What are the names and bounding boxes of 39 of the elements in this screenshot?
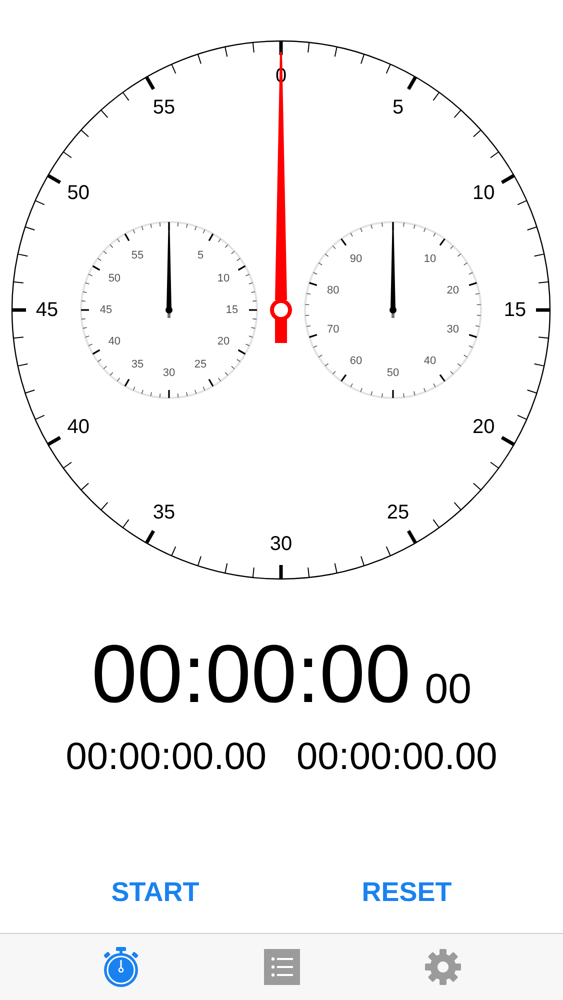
dial-number: 50 bbox=[386, 367, 400, 379]
dial-number: 20 bbox=[217, 336, 230, 348]
dial-number: 25 bbox=[386, 502, 410, 524]
dial-number: 15 bbox=[226, 304, 238, 316]
elapsed-hundredths: 00 bbox=[424, 668, 472, 710]
dial-number: 45 bbox=[36, 299, 58, 321]
dial-number: 30 bbox=[270, 533, 292, 555]
dial-number: 40 bbox=[108, 336, 121, 348]
dial-number: 20 bbox=[472, 416, 495, 438]
dial-number: 60 bbox=[350, 354, 362, 367]
dial-number: 80 bbox=[326, 284, 340, 297]
list-icon bbox=[264, 949, 300, 985]
dial-number: 30 bbox=[446, 323, 460, 336]
split-time: 00:00:00.00 bbox=[66, 738, 266, 776]
dial-number: 10 bbox=[424, 253, 436, 266]
text-button[interactable]: START bbox=[107, 876, 204, 910]
dial-number: 10 bbox=[472, 182, 495, 204]
settings-icon bbox=[424, 948, 462, 986]
dial-number: 20 bbox=[446, 284, 460, 297]
dial-number: 5 bbox=[197, 249, 204, 262]
dial-number: 90 bbox=[350, 253, 362, 266]
dial-number: 30 bbox=[162, 367, 176, 379]
dial-number: 5 bbox=[392, 96, 404, 118]
split-time: 00:00:00.00 bbox=[296, 738, 498, 776]
dial-number: 50 bbox=[67, 182, 90, 204]
dial-number: 50 bbox=[108, 272, 121, 284]
dial-number: 70 bbox=[326, 323, 340, 336]
dial-number: 35 bbox=[152, 502, 176, 524]
dial-number: 40 bbox=[67, 416, 90, 438]
dial-number: 10 bbox=[217, 272, 230, 284]
dial-number: 55 bbox=[131, 249, 144, 262]
dial-number: 40 bbox=[424, 354, 436, 367]
dial-number: 25 bbox=[194, 358, 207, 371]
dial-number: 15 bbox=[504, 299, 526, 321]
dial-number: 55 bbox=[152, 96, 176, 118]
dial-number: 35 bbox=[131, 358, 144, 371]
dial-number: 45 bbox=[100, 304, 112, 316]
text-button[interactable]: RESET bbox=[358, 876, 456, 910]
elapsed-time: 00:00:00 bbox=[92, 634, 411, 716]
